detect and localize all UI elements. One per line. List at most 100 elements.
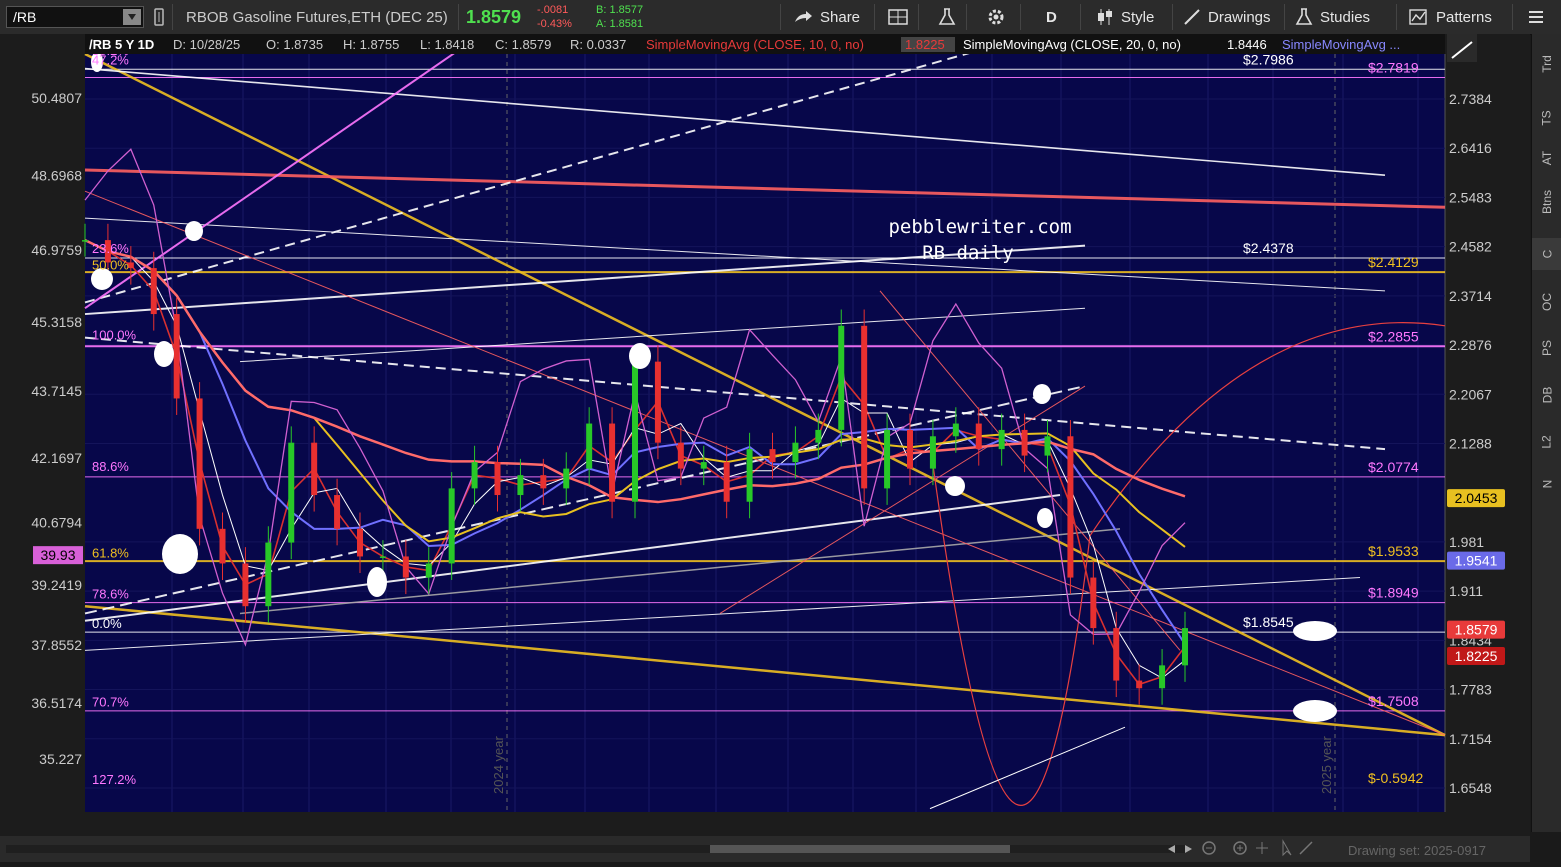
- flask-icon[interactable]: [937, 0, 957, 34]
- price-chart[interactable]: AugSepOctNovDec25FebMarAprMayJunJulAugSe…: [0, 34, 1530, 836]
- price-tag-label: 1.8225: [1455, 648, 1498, 664]
- candle-body: [838, 325, 845, 430]
- fib-pct-label: 50.0%: [92, 258, 129, 273]
- right-tick-label: 2.1288: [1449, 435, 1492, 451]
- horizontal-scrollbar-thumb[interactable]: [710, 845, 1010, 853]
- candle-body: [494, 462, 501, 496]
- grid-icon[interactable]: [888, 0, 908, 34]
- legend-sma-more: SimpleMovingAvg ...: [1282, 37, 1400, 52]
- annotation-ellipse: [162, 534, 198, 574]
- sidebar-tab-ps[interactable]: PS: [1532, 332, 1561, 364]
- candle-body: [1067, 436, 1074, 578]
- legend-symbol: /RB 5 Y 1D: [89, 37, 154, 52]
- drawings-button[interactable]: Drawings: [1182, 0, 1271, 34]
- candle-body: [288, 442, 295, 543]
- sidebar-tab-label: C: [1539, 249, 1554, 259]
- candle-body: [677, 442, 684, 469]
- right-tick-label: 2.2876: [1449, 337, 1492, 353]
- candle-body: [402, 556, 409, 578]
- price-tag-label: 1.9541: [1455, 553, 1498, 569]
- last-price: 1.8579: [466, 6, 522, 27]
- annotation-ellipse: [1293, 621, 1337, 641]
- chevron-down-icon[interactable]: [123, 9, 141, 25]
- left-tick-label: 42.1697: [31, 450, 82, 466]
- year-label: 2025 year: [1319, 736, 1334, 794]
- candle-body: [769, 449, 776, 463]
- annotation-ellipse: [1037, 508, 1053, 528]
- fib-price-label: $1.8949: [1368, 585, 1419, 601]
- fib-price-label: $2.4129: [1368, 254, 1419, 270]
- net-change-pct: -0.43%: [537, 17, 572, 30]
- sidebar-tab-trd[interactable]: Trd: [1532, 48, 1561, 80]
- fib-pct-label: 127.2%: [92, 772, 137, 787]
- candle-body: [1021, 429, 1028, 456]
- candle-body: [379, 556, 386, 558]
- sidebar-tab-at[interactable]: AT: [1532, 142, 1561, 174]
- fib-pct-label: 70.7%: [92, 695, 129, 710]
- fib-pct-label: 47.2%: [92, 53, 129, 68]
- symbol-selector[interactable]: /RB: [6, 6, 144, 28]
- price-tag-label: 1.8579: [1455, 622, 1498, 638]
- candle-body: [884, 429, 891, 489]
- watermark-site: pebblewriter.com: [888, 216, 1071, 238]
- ask-price: A: 1.8581: [596, 17, 644, 30]
- link-icon[interactable]: [152, 0, 166, 34]
- candle-body: [242, 563, 249, 607]
- sidebar-tab-oc[interactable]: OC: [1532, 286, 1561, 318]
- net-change: -.0081: [537, 3, 569, 16]
- price-tag-label: 2.0453: [1455, 490, 1498, 506]
- candle-body: [540, 475, 547, 489]
- candle-body: [1113, 628, 1120, 681]
- candle-body: [448, 488, 455, 564]
- chart-options-button[interactable]: [1447, 34, 1477, 62]
- sidebar-tab-label: AT: [1539, 150, 1554, 166]
- patterns-button[interactable]: Patterns: [1408, 0, 1492, 34]
- annotation-ellipse: [367, 567, 387, 597]
- candle-body: [196, 398, 203, 529]
- sidebar-tab-ts[interactable]: TS: [1532, 102, 1561, 134]
- bottom-bar: Drawing set: 2025-0917: [0, 836, 1530, 862]
- fib-price-label: $2.0774: [1368, 459, 1419, 475]
- candle-body: [1090, 577, 1097, 629]
- left-tick-label: 35.227: [39, 751, 82, 767]
- legend-sma10: SimpleMovingAvg (CLOSE, 10, 0, no): [646, 37, 864, 52]
- annotation-ellipse: [1033, 384, 1051, 404]
- toolbar: /RB RBOB Gasoline Futures,ETH (DEC 25) 1…: [0, 0, 1561, 35]
- period-selector[interactable]: D: [1046, 0, 1057, 34]
- candle-body: [1182, 628, 1188, 666]
- legend-sma20-value: 1.8446: [1227, 37, 1267, 52]
- watermark-title: RB daily: [922, 242, 1014, 264]
- fib-price-label: $2.4378: [1243, 240, 1294, 256]
- sidebar-tab-btns[interactable]: Btns: [1532, 186, 1561, 218]
- sidebar-tab-label: Trd: [1540, 55, 1554, 73]
- candle-body: [586, 423, 593, 469]
- fib-pct-label: 88.6%: [92, 459, 129, 474]
- legend-sma10-value: 1.8225: [905, 37, 945, 52]
- candle-body: [952, 423, 959, 437]
- symbol-text: /RB: [13, 9, 37, 25]
- annotation-ellipse: [154, 341, 174, 367]
- sidebar-tab-label: Btns: [1539, 189, 1554, 215]
- candle-body: [471, 462, 478, 489]
- candle-body: [150, 268, 157, 315]
- candle-body: [792, 442, 799, 463]
- sidebar-tab-db[interactable]: DB: [1532, 379, 1561, 411]
- drawing-set-label: Drawing set: 2025-0917: [1348, 843, 1486, 858]
- style-button[interactable]: Style: [1095, 0, 1154, 34]
- sidebar-tab-l2[interactable]: L2: [1532, 426, 1561, 458]
- left-tick-label: 43.7145: [31, 383, 82, 399]
- share-button[interactable]: Share: [792, 0, 860, 34]
- gear-icon[interactable]: [986, 0, 1006, 34]
- right-tick-label: 2.6416: [1449, 140, 1492, 156]
- legend-range: R: 0.0337: [570, 37, 626, 52]
- sidebar-tab-label: TS: [1540, 110, 1554, 126]
- right-tick-label: 1.7783: [1449, 682, 1492, 698]
- menu-icon[interactable]: [1526, 0, 1546, 34]
- candle-body: [1136, 680, 1143, 689]
- sidebar-tab-c[interactable]: C: [1532, 238, 1561, 270]
- sidebar-tab-n[interactable]: N: [1532, 468, 1561, 500]
- annotation-ellipse: [629, 343, 651, 369]
- studies-button[interactable]: Studies: [1294, 0, 1370, 34]
- candle-body: [173, 314, 180, 399]
- right-tick-label: 1.6548: [1449, 780, 1492, 796]
